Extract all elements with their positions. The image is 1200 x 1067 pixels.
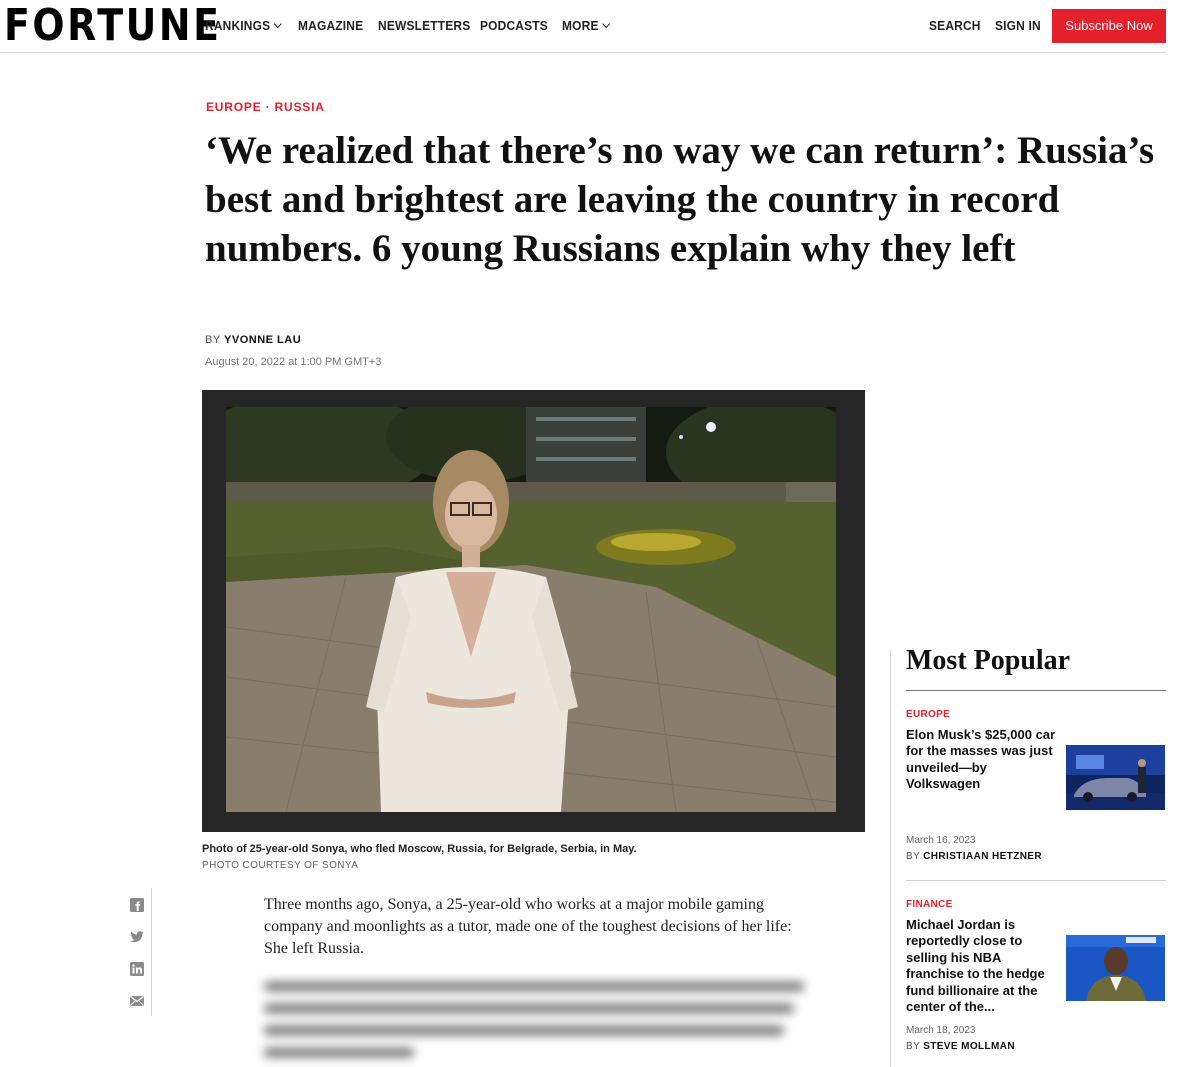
blurred-paywall-text bbox=[264, 982, 809, 1067]
byline-author[interactable]: CHRISTIAAN HETZNER bbox=[923, 851, 1042, 862]
byline-author[interactable]: YVONNE LAU bbox=[224, 334, 301, 346]
article-date: August 20, 2022 at 1:00 PM GMT+3 bbox=[205, 356, 382, 368]
twitter-icon[interactable] bbox=[129, 929, 145, 945]
most-popular-headline[interactable]: Elon Musk’s $25,000 car for the masses w… bbox=[906, 727, 1062, 793]
nav-podcasts-label: PODCASTS bbox=[480, 18, 548, 33]
hero-photo-illustration bbox=[226, 407, 836, 812]
share-rail bbox=[126, 888, 152, 1016]
most-popular-item: FINANCE Michael Jordan is reportedly clo… bbox=[906, 899, 1166, 1059]
sign-in-link[interactable]: SIGN IN bbox=[995, 18, 1041, 33]
most-popular-byline: BY STEVE MOLLMAN bbox=[906, 1041, 1015, 1052]
hero-photo-frame bbox=[202, 390, 865, 832]
sidebar-divider bbox=[890, 650, 891, 1067]
nav-rankings[interactable]: RANKINGS bbox=[205, 18, 282, 33]
article-headline: ‘We realized that there’s no way we can … bbox=[205, 129, 1155, 270]
nav-more-label: MORE bbox=[562, 18, 599, 33]
most-popular-item: EUROPE Elon Musk’s $25,000 car for the m… bbox=[906, 709, 1166, 869]
nav-magazine[interactable]: MAGAZINE bbox=[298, 18, 363, 33]
most-popular-category[interactable]: EUROPE bbox=[906, 709, 1166, 720]
nav-newsletters-label: NEWSLETTERS bbox=[378, 18, 471, 33]
most-popular-headline[interactable]: Michael Jordan is reportedly close to se… bbox=[906, 917, 1062, 1015]
most-popular-date: March 18, 2023 bbox=[906, 1025, 976, 1036]
most-popular-date: March 16, 2023 bbox=[906, 835, 976, 846]
most-popular-byline: BY CHRISTIAAN HETZNER bbox=[906, 851, 1042, 862]
nav-podcasts[interactable]: PODCASTS bbox=[480, 18, 548, 33]
linkedin-icon[interactable] bbox=[129, 961, 145, 977]
article-section-kicker[interactable]: EUROPE · RUSSIA bbox=[206, 100, 325, 114]
chevron-down-icon bbox=[273, 19, 282, 29]
photo-credit: PHOTO COURTESY OF SONYA bbox=[202, 860, 359, 871]
nav-rankings-label: RANKINGS bbox=[205, 18, 271, 33]
hero-photo bbox=[226, 407, 836, 812]
header-divider bbox=[0, 52, 1166, 53]
most-popular-category[interactable]: FINANCE bbox=[906, 899, 1166, 910]
article-byline: BY YVONNE LAU bbox=[205, 334, 301, 346]
search-link[interactable]: SEARCH bbox=[929, 18, 981, 33]
most-popular-rule bbox=[906, 690, 1166, 691]
michael-jordan-thumbnail-image bbox=[1066, 935, 1165, 1001]
byline-author[interactable]: STEVE MOLLMAN bbox=[923, 1041, 1015, 1052]
byline-prefix: BY bbox=[906, 851, 920, 862]
most-popular-item-divider bbox=[906, 880, 1166, 881]
vw-car-thumbnail-image bbox=[1066, 745, 1165, 810]
site-header: FORTUNE RANKINGS MAGAZINE NEWSLETTERS PO… bbox=[0, 0, 1200, 54]
nav-more[interactable]: MORE bbox=[562, 18, 610, 33]
byline-prefix: BY bbox=[205, 334, 221, 346]
subscribe-button[interactable]: Subscribe Now bbox=[1052, 9, 1166, 43]
facebook-icon[interactable] bbox=[129, 897, 145, 913]
article-lede-paragraph: Three months ago, Sonya, a 25-year-old w… bbox=[264, 896, 792, 957]
fortune-logo[interactable]: FORTUNE bbox=[4, 2, 222, 50]
most-popular-thumbnail[interactable] bbox=[1066, 935, 1165, 1001]
chevron-down-icon bbox=[602, 19, 610, 29]
nav-newsletters[interactable]: NEWSLETTERS bbox=[378, 18, 470, 33]
nav-magazine-label: MAGAZINE bbox=[298, 18, 364, 33]
photo-caption: Photo of 25-year-old Sonya, who fled Mos… bbox=[202, 843, 637, 855]
email-icon[interactable] bbox=[129, 993, 145, 1009]
most-popular-thumbnail[interactable] bbox=[1066, 745, 1165, 810]
byline-prefix: BY bbox=[906, 1041, 920, 1052]
most-popular-title: Most Popular bbox=[906, 645, 1071, 676]
